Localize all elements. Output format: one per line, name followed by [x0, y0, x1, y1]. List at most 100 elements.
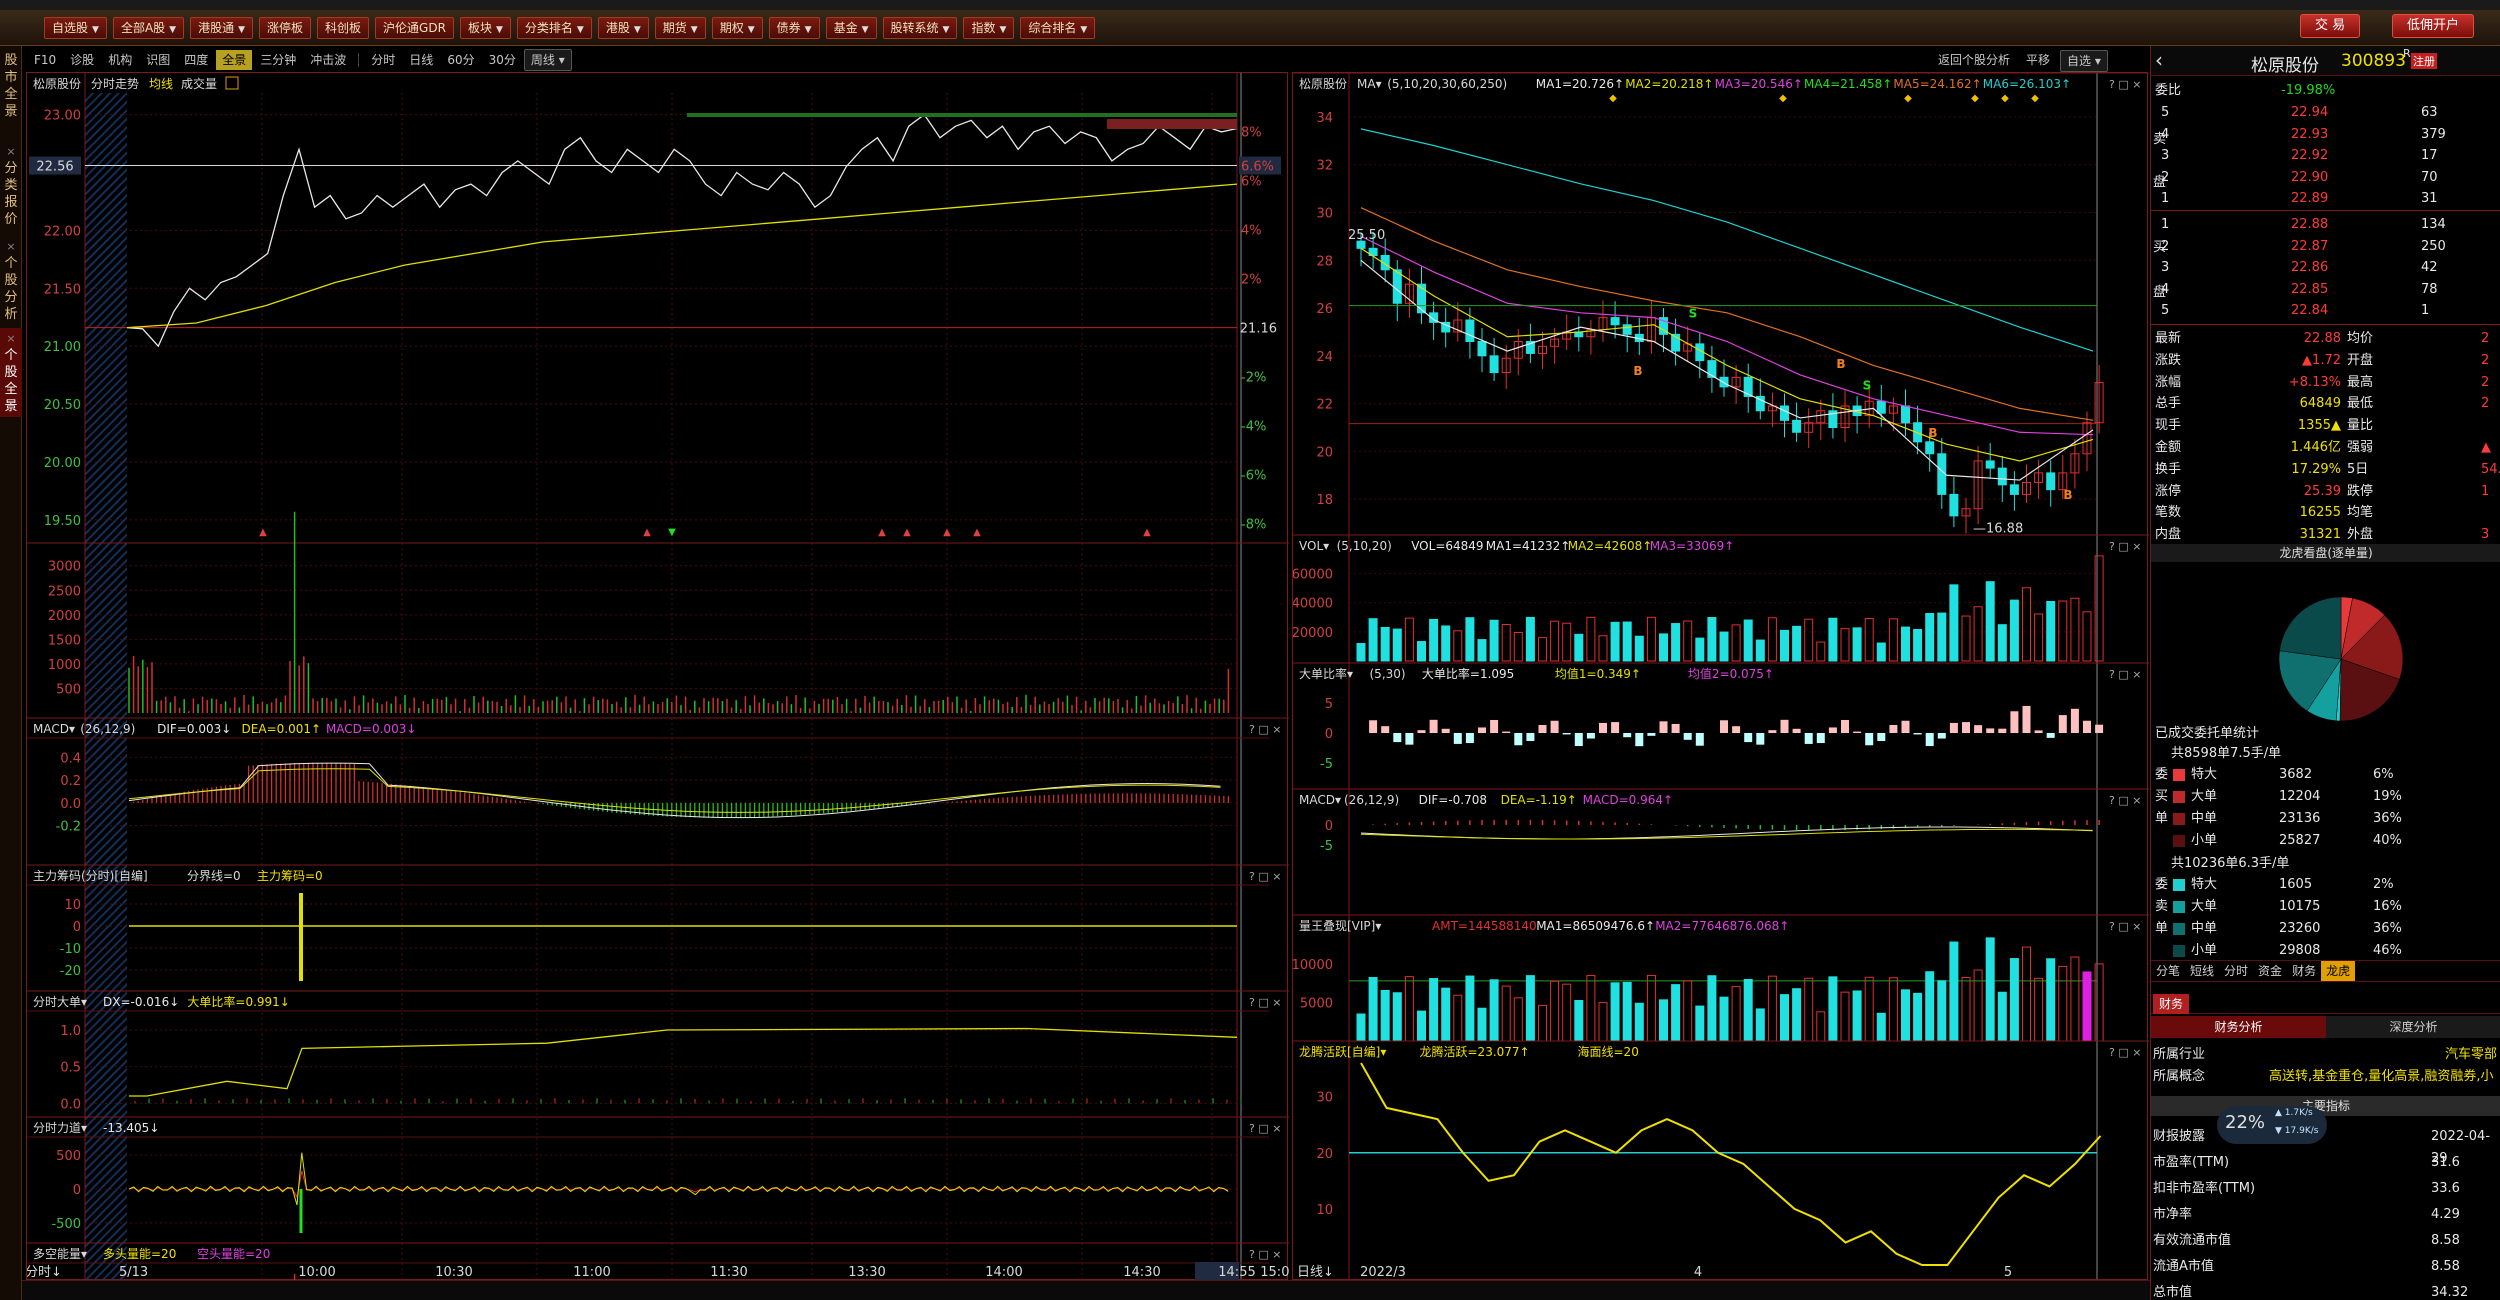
- left-tab-3[interactable]: × 个股全景: [0, 328, 22, 417]
- menu-1[interactable]: 全部A股 ▼: [112, 16, 185, 39]
- candle-body: [1392, 269, 1402, 304]
- chevron-down-icon[interactable]: [225, 76, 239, 90]
- fin-subtab-0[interactable]: 财务分析: [2151, 1016, 2326, 1038]
- toolbar-period-0[interactable]: 分时: [365, 50, 401, 70]
- open-account-button[interactable]: 低佣开户: [2392, 14, 2475, 38]
- intraday-chart-panel: 松原股份 分时走势 均线 成交量 23.00 22.56 22.00 21.50 21.00 20…: [26, 72, 1289, 1281]
- menu-10[interactable]: 期权 ▼: [711, 16, 763, 39]
- toolbar-left-4[interactable]: 四度: [178, 50, 214, 70]
- toolbar-left-0[interactable]: F10: [28, 50, 62, 70]
- kline-vol-bar: [1598, 635, 1608, 662]
- label: 5: [2161, 105, 2170, 120]
- kline-vol-window-controls[interactable]: ? □ ×: [2109, 540, 2141, 553]
- back-arrow-icon[interactable]: ‹: [2155, 48, 2163, 72]
- label: 36%: [2373, 811, 2402, 826]
- menu-6[interactable]: 板块 ▼: [459, 16, 511, 39]
- label: 中单: [2191, 921, 2218, 936]
- label: 2%: [2373, 877, 2394, 892]
- kline-lthy-header-text: 海面线=20: [1578, 1044, 1639, 1059]
- intraday-duokong-header-text: 多空能量▾: [33, 1247, 87, 1261]
- kline-lwdx-bar: [1453, 994, 1463, 1042]
- fin-tab[interactable]: 财务: [2153, 994, 2190, 1014]
- kline-lthy-window-controls[interactable]: ? □ ×: [2109, 1046, 2141, 1059]
- left-tab-0[interactable]: 股市全景: [0, 50, 22, 122]
- label: 46%: [2373, 943, 2402, 958]
- intraday-duokong-window-controls[interactable]: ? □ ×: [1249, 1248, 1281, 1261]
- toolbar-left-6[interactable]: 三分钟: [254, 50, 302, 70]
- kline-lwdx-window-controls[interactable]: ? □ ×: [2109, 920, 2141, 933]
- toolbar-left-5[interactable]: 全景: [216, 50, 253, 70]
- toolbar-period-2[interactable]: 60分: [441, 50, 480, 70]
- intraday-lidao-window-controls[interactable]: ? □ ×: [1249, 1122, 1281, 1135]
- menu-8[interactable]: 港股 ▼: [597, 16, 649, 39]
- menu-7[interactable]: 分类排名 ▼: [516, 16, 592, 39]
- kline-dadan-bar: [1417, 730, 1426, 733]
- toolbar-left-2[interactable]: 机构: [102, 50, 138, 70]
- toolbar-right-1[interactable]: 平移: [2020, 50, 2056, 72]
- menu-14[interactable]: 指数 ▼: [963, 16, 1015, 39]
- kline-vol-bar: [1574, 633, 1584, 662]
- toolbar-right-2[interactable]: 自选 ▾: [2060, 50, 2108, 72]
- kline-dadan-bar: [1369, 720, 1378, 733]
- toolbar-left-7[interactable]: 冲击波: [304, 50, 352, 70]
- toolbar-right-0[interactable]: 返回个股分析: [1932, 50, 2016, 72]
- kline-dadan-bar: [1586, 733, 1595, 739]
- kline-dadan-window-controls[interactable]: ? □ ×: [2109, 668, 2141, 681]
- label: 总市值: [2153, 1285, 2193, 1300]
- menu-label: 港股: [605, 20, 630, 35]
- menu-15[interactable]: 综合排名 ▼: [1020, 16, 1096, 39]
- quote-tab-2[interactable]: 分时: [2219, 961, 2253, 981]
- top-menu: 自选股 ▼ 全部A股 ▼ 港股通 ▼ 涨停板 科创板 沪伦通GDR 板块 ▼ 分类排名 ▼ 港股 ▼ 期货 ▼ 期…: [0, 10, 2500, 46]
- kline-macd-window-controls[interactable]: ? □ ×: [2109, 794, 2141, 807]
- label: 市盈率(TTM): [2153, 1155, 2230, 1170]
- left-tab-2[interactable]: × 个股分析: [0, 236, 22, 325]
- menu-11[interactable]: 债券 ▼: [768, 16, 820, 39]
- toolbar-left-1[interactable]: 诊股: [64, 50, 100, 70]
- status-bar: [22, 1280, 2150, 1300]
- toolbar-period-3[interactable]: 30分: [483, 50, 522, 70]
- label: 涨停: [2155, 483, 2182, 499]
- menu-9[interactable]: 期货 ▼: [654, 16, 706, 39]
- toolbar-left-3[interactable]: 识图: [140, 50, 176, 70]
- time-label: 11:00: [573, 1265, 610, 1280]
- kline-dadan-bar: [2034, 730, 2043, 733]
- quote-tab-0[interactable]: 分笔: [2151, 961, 2185, 981]
- menu-0[interactable]: 自选股 ▼: [44, 16, 107, 39]
- toolbar-period-4[interactable]: 周线 ▾: [523, 49, 572, 71]
- kline-vol-bar: [1767, 617, 1777, 662]
- kline-dadan-bar: [2083, 720, 2091, 733]
- trade-button[interactable]: 交 易: [2300, 14, 2361, 38]
- price-label: 20.00: [44, 456, 81, 471]
- quote-tab-1[interactable]: 短线: [2185, 961, 2219, 981]
- quote-tab-3[interactable]: 资金: [2253, 961, 2287, 981]
- label: 汽车零部: [2445, 1047, 2498, 1062]
- menu-13[interactable]: 股转系统 ▼: [882, 16, 958, 39]
- menu-4[interactable]: 科创板: [317, 16, 370, 39]
- kline-lwdx-bar: [1659, 999, 1668, 1042]
- intraday-dadan-window-controls[interactable]: ? □ ×: [1249, 996, 1281, 1009]
- top-bar-red: [1107, 119, 1237, 129]
- left-tab-1[interactable]: × 分类报价: [0, 141, 22, 230]
- intraday-zhuli-window-controls[interactable]: ? □ ×: [1249, 870, 1281, 883]
- menu-2[interactable]: 港股通 ▼: [190, 16, 254, 39]
- label: 63: [2421, 105, 2438, 120]
- bs-signal-label: B: [2063, 488, 2072, 502]
- quote-tab-4[interactable]: 财务: [2287, 961, 2321, 981]
- kline-dadan-bar: [1720, 720, 1728, 733]
- kline-main-window-controls[interactable]: ? □ ×: [2109, 78, 2141, 91]
- menu-5[interactable]: 沪伦通GDR: [375, 16, 454, 39]
- quote-tab-5[interactable]: 龙虎: [2321, 961, 2356, 981]
- order-stats-subtitle: 共8598单7.5手/单: [2171, 746, 2282, 761]
- time-label: 14:30: [1123, 1265, 1160, 1280]
- kline-dadan-header-text: 大单比率▾: [1299, 666, 1353, 681]
- kline-vol-bar: [1477, 639, 1487, 662]
- kline-dadan-bar: [1381, 726, 1390, 733]
- menu-3[interactable]: 涨停板: [259, 16, 312, 39]
- toolbar-period-1[interactable]: 日线: [403, 50, 439, 70]
- kline-vol-bar: [1864, 618, 1874, 662]
- kline-dadan-bar: [1925, 733, 1934, 747]
- fin-subtab-1[interactable]: 深度分析: [2326, 1016, 2500, 1038]
- menu-12[interactable]: 基金 ▼: [825, 16, 877, 39]
- kline-dadan-bar: [2046, 733, 2055, 738]
- intraday-macd-window-controls[interactable]: ? □ ×: [1249, 723, 1281, 736]
